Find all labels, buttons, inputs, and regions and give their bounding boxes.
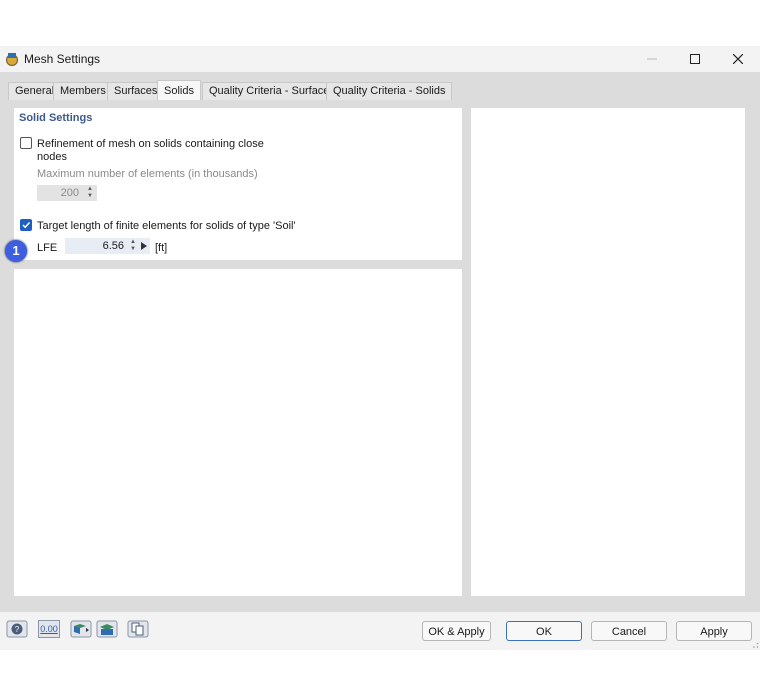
minimize-button[interactable] xyxy=(630,46,674,72)
mesh-settings-dialog: Mesh Settings General Members Surfaces S… xyxy=(0,46,760,650)
copy-settings-icon[interactable] xyxy=(127,620,149,638)
tab-quality-criteria-solids[interactable]: Quality Criteria - Solids xyxy=(326,82,453,100)
refinement-label-line1: Refinement of mesh on solids containing … xyxy=(37,138,264,150)
apply-button[interactable]: Apply xyxy=(676,621,752,641)
tab-quality-criteria-surfaces[interactable]: Quality Criteria - Surfaces xyxy=(202,82,342,100)
ok-and-apply-button[interactable]: OK & Apply xyxy=(422,621,491,641)
tab-members[interactable]: Members xyxy=(53,82,113,100)
max-elements-value: 200 xyxy=(60,187,79,199)
save-settings-icon[interactable] xyxy=(96,620,118,638)
checkmark-icon xyxy=(22,221,31,229)
maximize-icon xyxy=(690,54,700,64)
dialog-footer: ? 0.00 OK & Apply OK Cancel Apply xyxy=(0,612,760,650)
ok-button[interactable]: OK xyxy=(506,621,582,641)
lfe-label: LFE xyxy=(37,242,58,254)
close-button[interactable] xyxy=(716,46,760,72)
step-badge: 1 xyxy=(5,240,27,262)
max-elements-label: Maximum number of elements (in thousands… xyxy=(37,168,258,180)
play-arrow-icon xyxy=(141,242,147,250)
title-bar: Mesh Settings xyxy=(0,46,760,72)
resize-grip-icon[interactable] xyxy=(752,642,759,649)
target-length-label: Target length of finite elements for sol… xyxy=(37,220,296,232)
tab-bar: General Members Surfaces Solids Quality … xyxy=(0,72,760,100)
lfe-unit: [ft] xyxy=(155,242,168,254)
details-panel xyxy=(14,269,462,596)
app-icon xyxy=(6,53,18,66)
model-view-icon[interactable] xyxy=(70,620,92,638)
target-length-checkbox[interactable] xyxy=(20,219,32,231)
max-elements-stepper[interactable]: 200 ▲ ▼ xyxy=(37,185,97,201)
refinement-checkbox[interactable] xyxy=(20,137,32,149)
refinement-label-line2: nodes xyxy=(37,151,67,163)
preview-panel xyxy=(471,108,745,596)
window-title: Mesh Settings xyxy=(24,52,101,66)
spin-arrows-icon: ▲ ▼ xyxy=(87,186,93,199)
minimize-icon xyxy=(647,58,657,60)
units-icon[interactable]: 0.00 xyxy=(38,620,60,638)
help-icon[interactable]: ? xyxy=(6,620,28,638)
section-title-solid-settings: Solid Settings xyxy=(19,112,93,124)
cancel-button[interactable]: Cancel xyxy=(591,621,667,641)
tab-surfaces[interactable]: Surfaces xyxy=(107,82,165,100)
close-icon xyxy=(733,54,743,64)
lfe-value: 6.56 xyxy=(102,240,124,252)
svg-text:?: ? xyxy=(15,625,20,634)
spin-arrows-icon: ▲ ▼ xyxy=(130,239,136,252)
maximize-button[interactable] xyxy=(673,46,717,72)
lfe-input[interactable]: 6.56 ▲ ▼ xyxy=(65,238,150,254)
tab-solids[interactable]: Solids xyxy=(157,80,201,100)
